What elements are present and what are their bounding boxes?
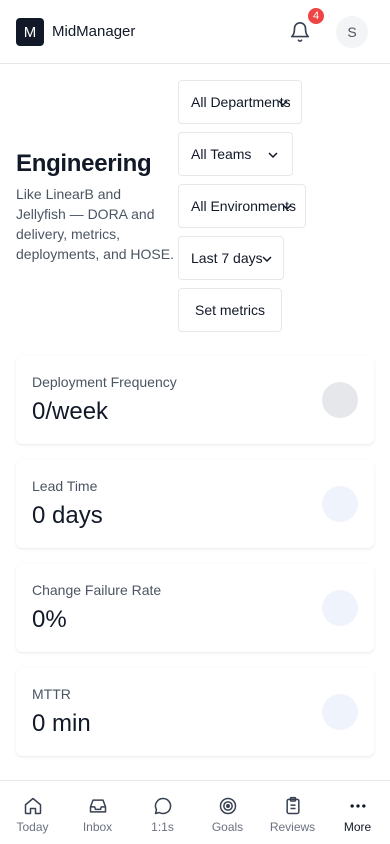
more-horizontal-icon: [347, 795, 369, 817]
chevron-down-icon: [268, 152, 278, 159]
clipboard-icon: [282, 795, 304, 817]
bottom-nav: Today Inbox 1:1s Goals Reviews More: [0, 780, 390, 844]
metric-card-change-failure-rate: Change Failure Rate 0%: [16, 564, 374, 652]
nav-label: Today: [16, 820, 49, 834]
department-select-value: All Departments: [191, 94, 291, 110]
notifications-button[interactable]: [286, 18, 314, 46]
chevron-down-icon: [262, 256, 272, 263]
metric-value: 0/week: [32, 398, 109, 425]
nav-item-reviews[interactable]: Reviews: [260, 781, 325, 844]
avatar-initial: S: [347, 24, 357, 40]
metric-indicator: [322, 486, 358, 522]
nav-item-more[interactable]: More: [325, 781, 390, 844]
nav-item-one-on-ones[interactable]: 1:1s: [130, 781, 195, 844]
bell-icon: [290, 22, 310, 42]
notification-count-badge: 4: [308, 8, 324, 24]
set-metrics-button[interactable]: Set metrics: [178, 288, 282, 332]
page-title: Engineering: [16, 150, 152, 177]
metric-value: 0%: [32, 606, 67, 633]
page-description: Like LinearB and Jellyfish — DORA and de…: [16, 186, 174, 262]
nav-item-goals[interactable]: Goals: [195, 781, 260, 844]
nav-label: Reviews: [269, 820, 316, 834]
nav-item-inbox[interactable]: Inbox: [65, 781, 130, 844]
metric-label: MTTR: [32, 686, 71, 702]
team-select[interactable]: All Teams: [178, 132, 293, 176]
app-logo[interactable]: M: [16, 18, 44, 46]
date-range-select-value: Last 7 days: [191, 250, 263, 266]
date-range-select[interactable]: Last 7 days: [178, 236, 284, 280]
nav-label: 1:1s: [151, 820, 174, 834]
metric-indicator: [322, 382, 358, 418]
metric-indicator: [322, 694, 358, 730]
chevron-down-icon: [278, 100, 288, 107]
environment-select[interactable]: All Environments: [178, 184, 306, 228]
nav-label: More: [343, 820, 372, 834]
chat-bubble-icon: [152, 795, 174, 817]
metric-card-deployment-frequency: Deployment Frequency 0/week: [16, 356, 374, 444]
logo-letter: M: [23, 23, 37, 41]
nav-label: Goals: [211, 820, 244, 834]
metric-label: Deployment Frequency: [32, 374, 177, 390]
chevron-down-icon: [282, 204, 292, 211]
metric-label: Change Failure Rate: [32, 582, 162, 598]
department-select[interactable]: All Departments: [178, 80, 302, 124]
home-icon: [22, 795, 44, 817]
metric-label: Lead Time: [32, 478, 98, 494]
set-metrics-label: Set metrics: [194, 302, 265, 318]
app-name: MidManager: [52, 23, 136, 40]
user-avatar[interactable]: S: [336, 16, 368, 48]
metric-indicator: [322, 590, 358, 626]
inbox-icon: [87, 795, 109, 817]
team-select-value: All Teams: [191, 146, 252, 162]
metric-card-lead-time: Lead Time 0 days: [16, 460, 374, 548]
metric-value: 0 days: [32, 502, 103, 529]
metric-card-mttr: MTTR 0 min: [16, 668, 374, 756]
target-icon: [217, 795, 239, 817]
nav-label: Inbox: [82, 820, 113, 834]
nav-item-today[interactable]: Today: [0, 781, 65, 844]
app-header: M MidManager 4 S: [0, 0, 390, 64]
metric-value: 0 min: [32, 710, 91, 737]
